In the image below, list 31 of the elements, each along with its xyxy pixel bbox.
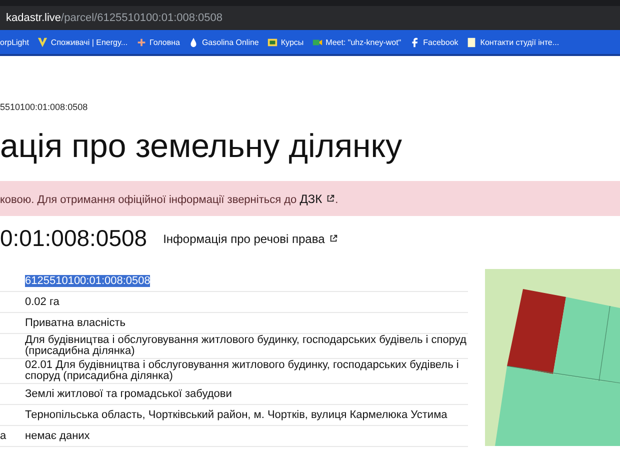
- table-cell: 02.01 Для будівництва і обслуговування житлового будинку, господарських будівель і споруд (присадибна ділянка): [25, 359, 459, 382]
- table-cell: немає даних: [25, 430, 90, 442]
- breadcrumb[interactable]: 5510100:01:008:0508: [0, 102, 620, 112]
- page-heading: ація про земельну ділянку: [0, 126, 404, 166]
- page-icon: [466, 36, 478, 48]
- board-icon: [266, 36, 278, 48]
- bookmark-item[interactable]: Контакти студії інте...: [466, 36, 560, 48]
- puzzle-icon: [136, 36, 147, 48]
- row-label: а: [0, 430, 6, 442]
- table-cell: 6125510100:01:008:0508: [25, 274, 150, 286]
- url-text[interactable]: kadastr.live/parcel/6125510100:01:008:0508: [6, 12, 223, 24]
- bookmark-item[interactable]: Головна: [136, 36, 180, 48]
- dzk-link[interactable]: ДЗК: [300, 192, 336, 206]
- facebook-icon: [409, 36, 420, 48]
- rights-link[interactable]: Інформація про речові права: [163, 232, 338, 246]
- table-cell: Для будівництва і обслуговування житлового будинку, господарських будівель і споруд (присадибна ділянка): [25, 334, 466, 357]
- external-link-icon: [328, 234, 338, 242]
- bookmark-item[interactable]: Meet: "uhz-kney-wot": [312, 36, 402, 48]
- table-cell: Приватна власність: [25, 316, 126, 328]
- bookmark-item[interactable]: Курсы: [266, 36, 304, 48]
- external-link-icon: [326, 194, 336, 202]
- bookmark-item[interactable]: Gasolina Online: [188, 36, 259, 48]
- parcel-number: 0:01:008:0508: [0, 225, 148, 252]
- bookmark-item[interactable]: Споживачі | Energy...: [36, 36, 128, 48]
- table-cell: Тернопільська область, Чортківський район, м. Чортків, вулиця Кармелюка Устима: [25, 408, 448, 420]
- table-cell: Землі житлової та громадської забудови: [25, 388, 232, 400]
- address-bar[interactable]: kadastr.live/parcel/6125510100:01:008:0508: [0, 6, 620, 30]
- notice-text: ковою. Для отримання офіційної інформації зверніться до ДЗК .: [0, 192, 338, 206]
- bookmark-item[interactable]: orpLight: [0, 38, 29, 46]
- bookmark-item[interactable]: Facebook: [409, 36, 458, 48]
- table-cell: 0.02 га: [25, 296, 60, 308]
